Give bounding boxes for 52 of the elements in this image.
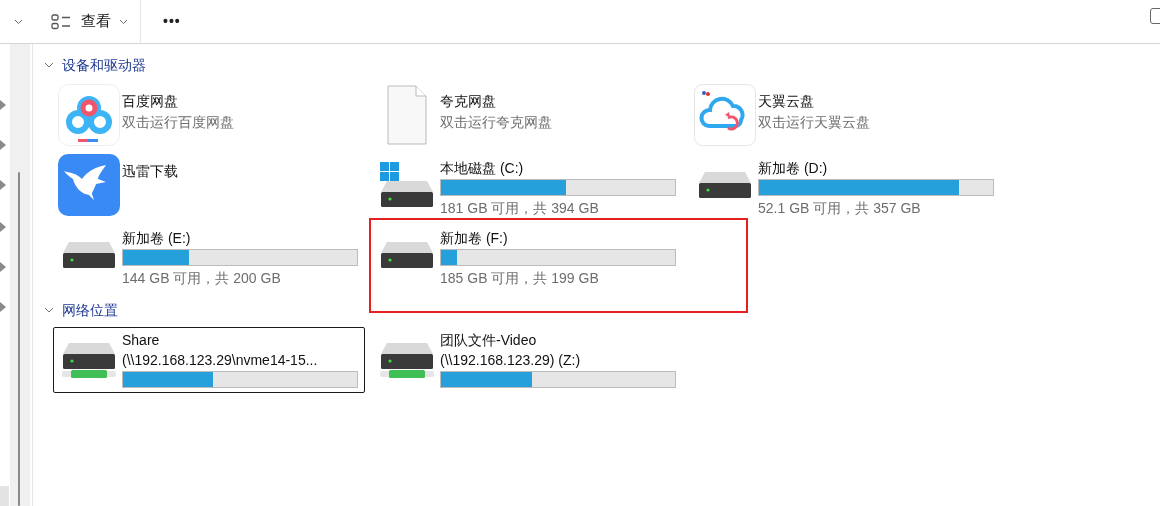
hard-drive-icon (62, 241, 116, 269)
app-tile[interactable]: 迅雷下载 (53, 152, 365, 218)
item-name: 团队文件-Video (440, 331, 538, 350)
more-options-button[interactable]: ••• (159, 5, 185, 38)
expand-arrow-icon[interactable] (0, 262, 6, 272)
scrollbar-thumb[interactable] (18, 172, 20, 506)
free-space-text: 52.1 GB 可用，共 357 GB (758, 199, 922, 218)
hard-drive-icon (698, 171, 752, 199)
drive-tile[interactable]: 本地磁盘 (C:) 181 GB 可用，共 394 GB (371, 152, 683, 218)
item-description: 双击运行天翼云盘 (758, 113, 870, 132)
view-menu-button[interactable]: 查看 (51, 5, 128, 38)
app-tile[interactable]: 夸克网盘 双击运行夸克网盘 (371, 82, 683, 148)
drive-tile[interactable]: 团队文件-Video (\\192.168.123.29) (Z:) (371, 327, 683, 393)
expand-arrow-icon[interactable] (0, 100, 6, 110)
chevron-down-icon[interactable] (14, 18, 23, 25)
item-name: 新加卷 (D:) (758, 159, 829, 178)
item-name: 迅雷下载 (122, 162, 178, 181)
item-name: 夸克网盘 (440, 92, 497, 111)
drive-tile[interactable]: 新加卷 (D:) 52.1 GB 可用，共 357 GB (689, 152, 1001, 218)
item-name: 本地磁盘 (C:) (440, 159, 525, 178)
free-space-text: 185 GB 可用，共 199 GB (440, 269, 600, 288)
app-icon (58, 84, 120, 146)
item-description: 双击运行百度网盘 (122, 113, 234, 132)
bird-app-icon (58, 154, 120, 216)
hard-drive-icon (380, 162, 434, 208)
hard-drive-icon (380, 241, 434, 269)
cloud-app-icon (694, 84, 756, 146)
app-tile[interactable]: 天翼云盘 双击运行天翼云盘 (689, 82, 1001, 148)
app-tile[interactable]: 百度网盘 双击运行百度网盘 (53, 82, 365, 148)
expand-arrow-icon[interactable] (0, 222, 6, 232)
expand-arrow-icon[interactable] (0, 140, 6, 150)
network-drive-icon (380, 342, 434, 378)
item-name: Share (122, 331, 161, 350)
list-view-icon (51, 13, 71, 30)
item-description: 双击运行夸克网盘 (440, 113, 552, 132)
item-name: 天翼云盘 (758, 92, 815, 111)
section-header[interactable]: 设备和驱动器 (43, 54, 146, 76)
expand-arrow-icon[interactable] (0, 180, 6, 190)
item-name: 新加卷 (E:) (122, 229, 192, 248)
drive-tile[interactable]: 新加卷 (F:) 185 GB 可用，共 199 GB (371, 222, 683, 288)
network-drive-icon (62, 342, 116, 378)
free-space-text: 181 GB 可用，共 394 GB (440, 199, 600, 218)
chevron-down-icon (119, 18, 128, 25)
free-space-text: 144 GB 可用，共 200 GB (122, 269, 282, 288)
section-header[interactable]: 网络位置 (43, 299, 118, 321)
drive-tile[interactable]: 新加卷 (E:) 144 GB 可用，共 200 GB (53, 222, 365, 288)
item-name: 新加卷 (F:) (440, 229, 509, 248)
item-name: 百度网盘 (122, 92, 179, 111)
network-path: (\\192.168.123.29) (Z:) (440, 351, 582, 370)
network-path: (\\192.168.123.29\nvme14-15... (122, 351, 319, 370)
expand-arrow-icon[interactable] (0, 302, 6, 312)
drive-tile[interactable]: Share (\\192.168.123.29\nvme14-15... (53, 327, 365, 393)
